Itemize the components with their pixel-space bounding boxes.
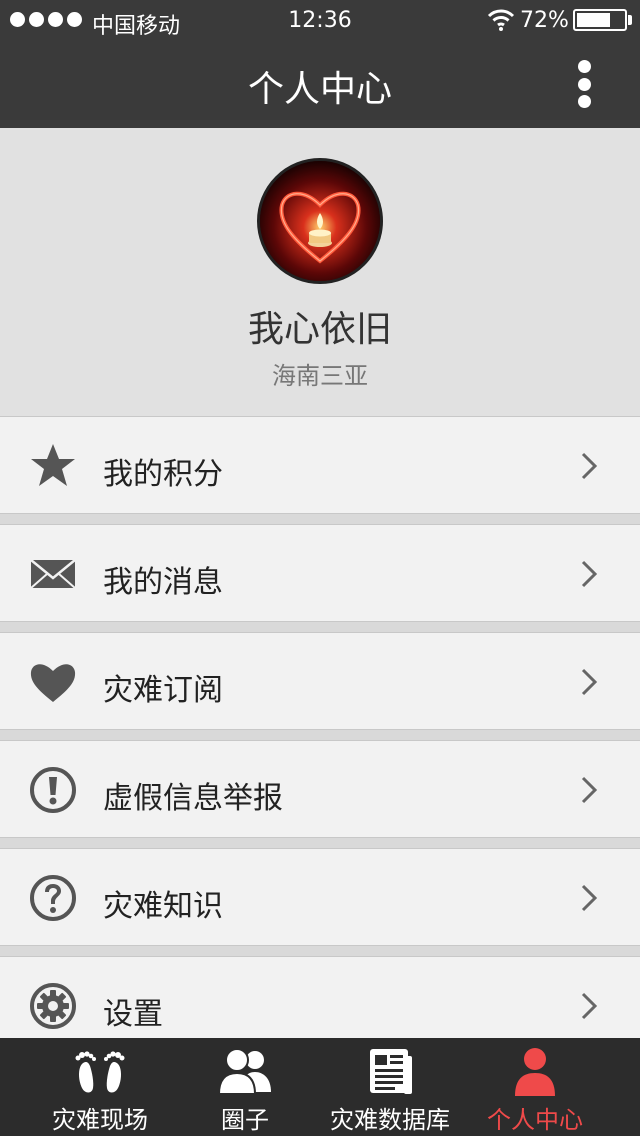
menu-item-points[interactable]: 我的积分 xyxy=(0,416,640,514)
question-circle-icon xyxy=(30,875,76,921)
more-vertical-icon[interactable] xyxy=(566,56,602,112)
menu-item-messages[interactable]: 我的消息 xyxy=(0,524,640,622)
menu-item-label: 我的积分 xyxy=(103,457,223,492)
menu-item-label: 灾难知识 xyxy=(103,889,223,924)
tab-label: 个人中心 xyxy=(487,1106,583,1134)
menu-item-label: 虚假信息举报 xyxy=(103,781,283,816)
menu-item-label: 灾难订阅 xyxy=(103,673,223,708)
gear-icon xyxy=(30,983,76,1029)
battery-tip xyxy=(628,15,632,25)
chevron-right-icon xyxy=(581,992,598,1020)
chevron-right-icon xyxy=(581,776,598,804)
tab-circle[interactable]: 圈子 xyxy=(180,1038,310,1136)
person-icon xyxy=(515,1048,555,1096)
tab-label: 灾难现场 xyxy=(52,1106,148,1134)
newspaper-icon xyxy=(370,1049,412,1094)
wifi-icon xyxy=(487,6,515,38)
chevron-right-icon xyxy=(581,668,598,696)
chevron-right-icon xyxy=(581,452,598,480)
chevron-right-icon xyxy=(581,884,598,912)
star-icon xyxy=(31,444,75,486)
tab-label: 灾难数据库 xyxy=(330,1106,450,1134)
menu-item-report[interactable]: 虚假信息举报 xyxy=(0,740,640,838)
profile-name: 我心依旧 xyxy=(247,309,392,350)
profile-location: 海南三亚 xyxy=(272,362,368,390)
menu-item-label: 设置 xyxy=(103,997,163,1032)
page-title: 个人中心 xyxy=(247,69,392,110)
footprints-icon xyxy=(75,1051,125,1093)
tab-bar: 灾难现场 圈子 灾难数据库 个人中心 xyxy=(0,1038,640,1136)
envelope-icon xyxy=(30,559,76,589)
tab-disaster-database[interactable]: 灾难数据库 xyxy=(320,1038,460,1136)
exclamation-circle-icon xyxy=(30,767,76,813)
tab-profile[interactable]: 个人中心 xyxy=(470,1038,600,1136)
avatar[interactable] xyxy=(257,158,383,284)
profile-header: 我心依旧 海南三亚 xyxy=(0,128,640,416)
group-icon xyxy=(217,1048,271,1095)
nav-bar: 个人中心 xyxy=(0,40,640,128)
menu-item-subscription[interactable]: 灾难订阅 xyxy=(0,632,640,730)
tab-disaster-scene[interactable]: 灾难现场 xyxy=(30,1038,170,1136)
heart-icon xyxy=(30,664,76,702)
battery-icon xyxy=(573,9,627,31)
tab-label: 圈子 xyxy=(221,1106,269,1134)
chevron-right-icon xyxy=(581,560,598,588)
menu-item-knowledge[interactable]: 灾难知识 xyxy=(0,848,640,946)
status-bar: 中国移动 12:36 72% xyxy=(0,0,640,40)
battery-percent: 72% xyxy=(520,8,569,33)
menu-item-label: 我的消息 xyxy=(103,565,223,600)
